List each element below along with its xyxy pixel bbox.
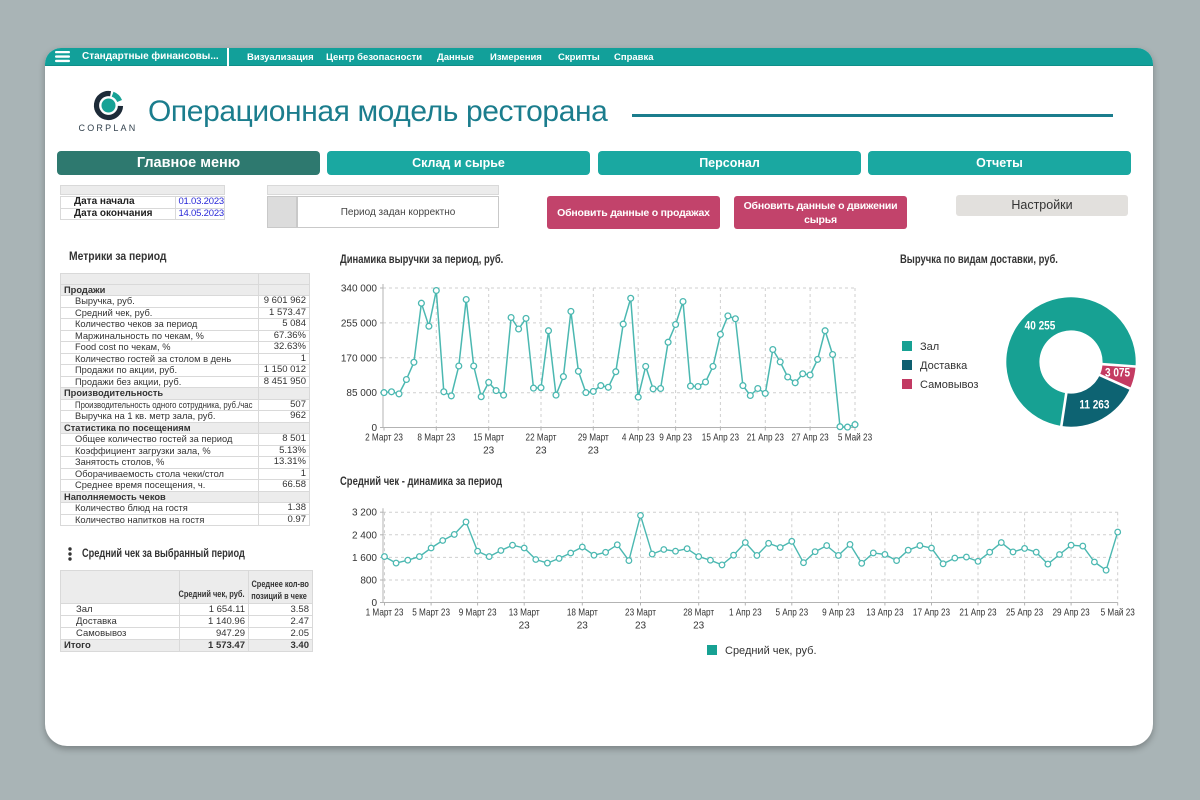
svg-text:40 255: 40 255 xyxy=(1025,320,1056,333)
svg-text:17 Апр 23: 17 Апр 23 xyxy=(913,607,950,618)
svg-text:23: 23 xyxy=(693,621,705,632)
svg-text:170 000: 170 000 xyxy=(341,353,378,364)
svg-text:3 075: 3 075 xyxy=(1105,367,1130,380)
svg-text:23: 23 xyxy=(519,621,531,632)
svg-text:2 400: 2 400 xyxy=(352,530,377,541)
svg-text:5 Май 23: 5 Май 23 xyxy=(838,432,872,443)
svg-text:2 Март 23: 2 Март 23 xyxy=(365,432,403,443)
svg-text:21 Апр 23: 21 Апр 23 xyxy=(747,432,784,443)
svg-text:1 600: 1 600 xyxy=(352,553,377,564)
svg-text:5 Май 23: 5 Май 23 xyxy=(1101,607,1135,618)
svg-text:13 Апр 23: 13 Апр 23 xyxy=(866,607,903,618)
svg-text:85 000: 85 000 xyxy=(346,388,377,399)
svg-text:13 Март: 13 Март xyxy=(509,607,541,618)
svg-text:9 Март 23: 9 Март 23 xyxy=(459,607,497,618)
svg-text:800: 800 xyxy=(360,576,377,587)
svg-text:23: 23 xyxy=(588,446,600,457)
svg-text:29 Март: 29 Март xyxy=(578,432,610,443)
svg-text:23: 23 xyxy=(535,446,547,457)
svg-text:25 Апр 23: 25 Апр 23 xyxy=(1006,607,1043,618)
svg-text:1 Март 23: 1 Март 23 xyxy=(366,607,404,618)
svg-text:29 Апр 23: 29 Апр 23 xyxy=(1053,607,1090,618)
svg-text:5 Март 23: 5 Март 23 xyxy=(412,607,450,618)
svg-text:4 Апр 23: 4 Апр 23 xyxy=(622,432,655,443)
svg-text:255 000: 255 000 xyxy=(341,318,378,329)
svg-text:23: 23 xyxy=(635,621,647,632)
svg-text:28 Март: 28 Март xyxy=(683,607,715,618)
svg-text:22 Март: 22 Март xyxy=(526,432,558,443)
svg-text:15 Март: 15 Март xyxy=(473,432,505,443)
svg-text:11 263: 11 263 xyxy=(1079,399,1109,412)
svg-text:340 000: 340 000 xyxy=(341,284,378,295)
svg-text:1 Апр 23: 1 Апр 23 xyxy=(729,607,762,618)
svg-text:23 Март: 23 Март xyxy=(625,607,657,618)
svg-text:15 Апр 23: 15 Апр 23 xyxy=(702,432,739,443)
svg-text:23: 23 xyxy=(483,446,495,457)
svg-text:9 Апр 23: 9 Апр 23 xyxy=(822,607,855,618)
svg-text:27 Апр 23: 27 Апр 23 xyxy=(792,432,829,443)
svg-text:5 Апр 23: 5 Апр 23 xyxy=(775,607,808,618)
svg-text:18 Март: 18 Март xyxy=(567,607,599,618)
svg-text:3 200: 3 200 xyxy=(352,508,377,519)
svg-text:9 Апр 23: 9 Апр 23 xyxy=(659,432,692,443)
svg-text:23: 23 xyxy=(577,621,589,632)
svg-text:8 Март 23: 8 Март 23 xyxy=(417,432,455,443)
svg-text:21 Апр 23: 21 Апр 23 xyxy=(959,607,996,618)
